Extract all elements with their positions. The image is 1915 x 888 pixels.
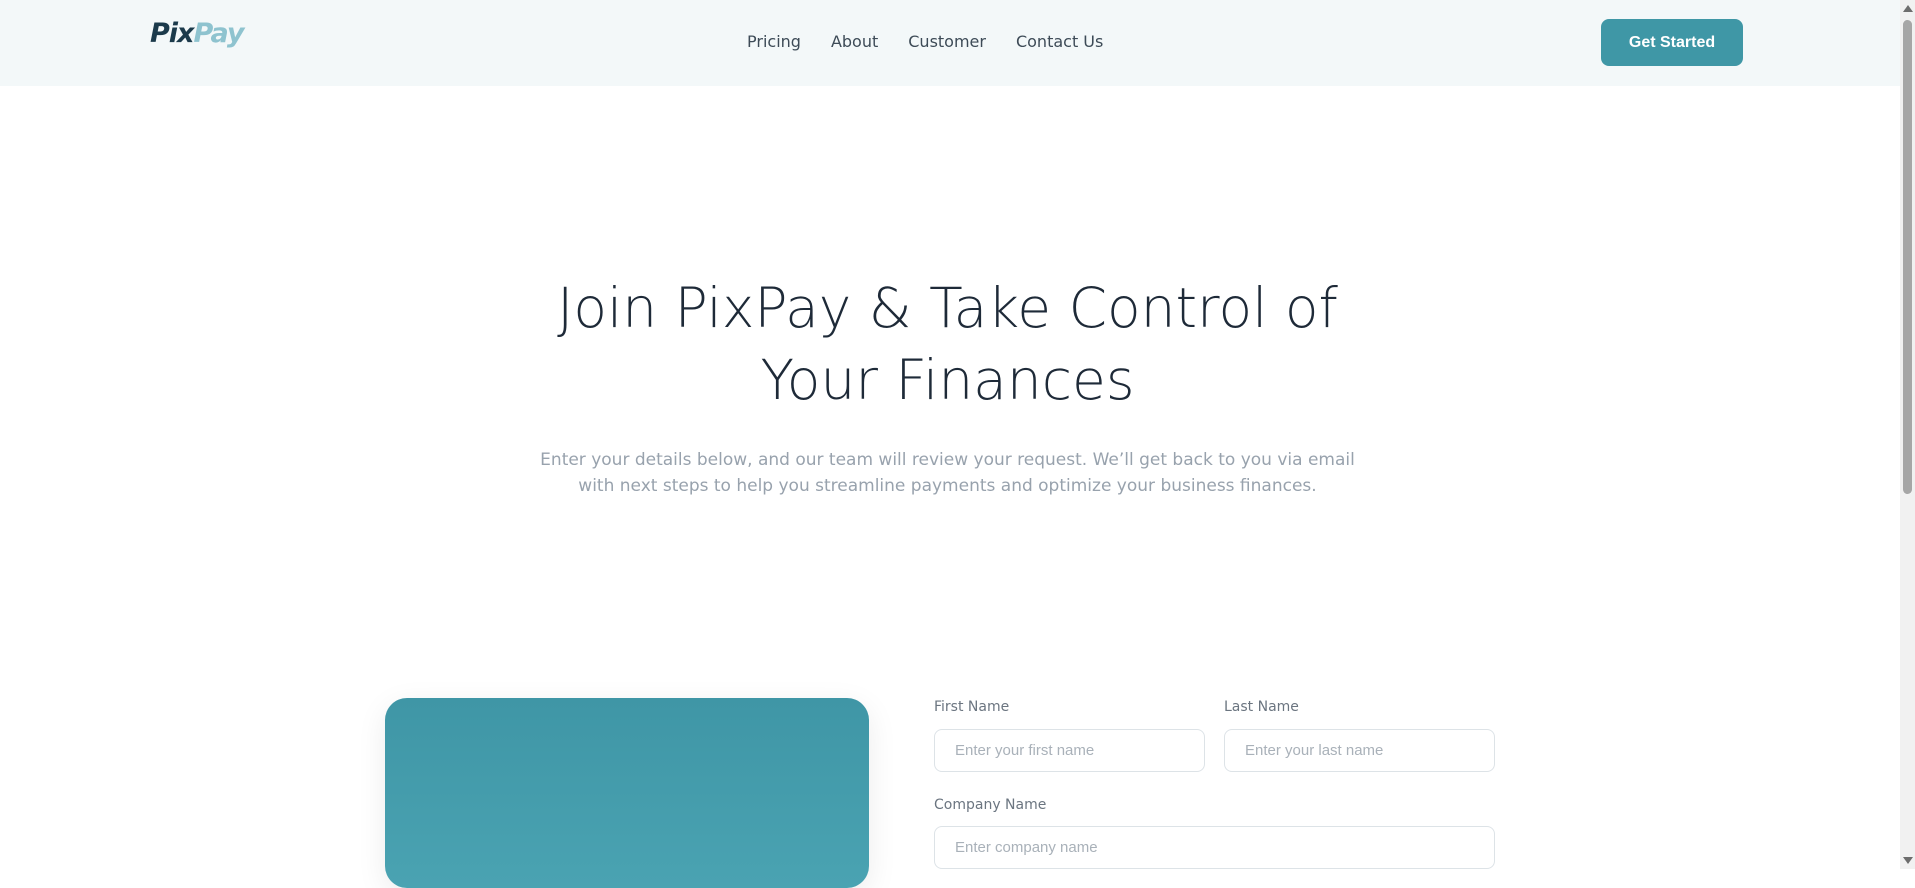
hero-subtitle-line-1: Enter your details below, and our team w… <box>540 450 1355 470</box>
pixpay-logo[interactable]: PixPay <box>150 18 245 49</box>
get-started-button[interactable]: Get Started <box>1601 19 1743 66</box>
last-name-label: Last Name <box>1224 699 1299 715</box>
logo-text-pix: Pix <box>150 18 194 49</box>
main-nav: Pricing About Customer Contact Us <box>747 32 1103 51</box>
hero-title-line-2: Your Finances <box>760 348 1135 412</box>
nav-link-customer[interactable]: Customer <box>908 32 986 51</box>
last-name-input[interactable] <box>1224 729 1495 772</box>
company-name-input[interactable] <box>934 826 1495 869</box>
nav-link-pricing[interactable]: Pricing <box>747 32 801 51</box>
first-name-label: First Name <box>934 699 1010 715</box>
site-header: PixPay Pricing About Customer Contact Us… <box>0 0 1900 86</box>
hero-title-line-1: Join PixPay & Take Control of <box>557 276 1338 340</box>
scroll-thumb[interactable] <box>1903 20 1912 494</box>
company-name-label: Company Name <box>934 797 1047 813</box>
nav-link-contact-us[interactable]: Contact Us <box>1016 32 1103 51</box>
feature-image-card <box>385 698 869 888</box>
first-name-input[interactable] <box>934 729 1205 772</box>
logo-text-pay: Pay <box>193 18 244 49</box>
hero-title: Join PixPay & Take Control of Your Finan… <box>520 272 1375 416</box>
hero-subtitle: Enter your details below, and our team w… <box>540 447 1355 499</box>
scroll-down-arrow-icon[interactable] <box>1903 857 1913 864</box>
page-scrollbar[interactable] <box>1900 0 1915 869</box>
scroll-up-arrow-icon[interactable] <box>1903 5 1913 12</box>
hero-subtitle-line-2: with next steps to help you streamline p… <box>578 476 1317 496</box>
nav-link-about[interactable]: About <box>831 32 878 51</box>
